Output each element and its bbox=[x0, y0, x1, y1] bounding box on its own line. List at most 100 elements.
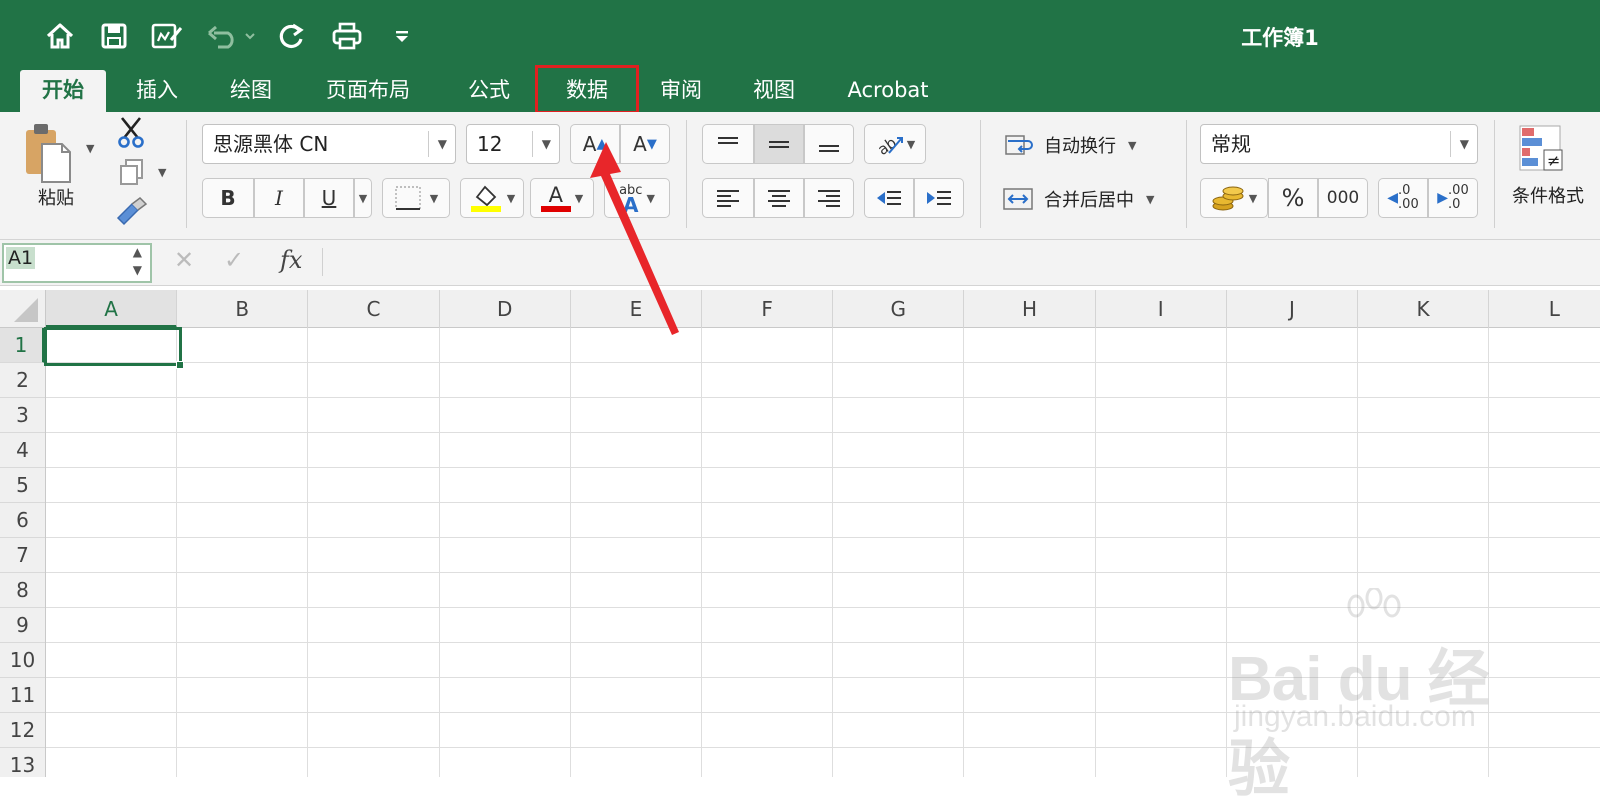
customize-icon[interactable] bbox=[392, 18, 412, 54]
column-header-l[interactable]: L bbox=[1489, 290, 1600, 328]
tab-insert[interactable]: 插入 bbox=[128, 70, 186, 112]
tab-view[interactable]: 视图 bbox=[745, 70, 803, 112]
print-icon[interactable] bbox=[330, 18, 364, 54]
column-header-e[interactable]: E bbox=[571, 290, 702, 328]
tab-page-layout[interactable]: 页面布局 bbox=[318, 70, 418, 112]
tab-formulas[interactable]: 公式 bbox=[460, 70, 518, 112]
number-format-value: 常规 bbox=[1211, 132, 1251, 156]
cut-icon[interactable] bbox=[116, 116, 146, 148]
align-middle-button[interactable] bbox=[754, 124, 804, 164]
ribbon: ▼ 粘贴 ▼ 思源黑体 CN ▼ 12 ▼ A ▲ A ▼ B I U ▼ ▼ ▼ … bbox=[0, 112, 1600, 240]
edit-document-icon[interactable] bbox=[150, 18, 184, 54]
align-center-icon bbox=[768, 190, 790, 207]
grid-line bbox=[46, 502, 1600, 503]
chevron-down-icon: ▼ bbox=[1459, 137, 1469, 151]
row-header-10[interactable]: 10 bbox=[0, 643, 45, 678]
row-header-5[interactable]: 5 bbox=[0, 468, 45, 503]
fill-color-button[interactable]: ▼ bbox=[460, 178, 524, 218]
align-top-button[interactable] bbox=[702, 124, 754, 164]
increase-decimal-button[interactable]: ▶ .00.0 bbox=[1428, 178, 1478, 218]
comma-style-button[interactable]: 000 bbox=[1318, 178, 1368, 218]
fill-handle[interactable] bbox=[176, 361, 184, 369]
row-header-6[interactable]: 6 bbox=[0, 503, 45, 538]
row-header-11[interactable]: 11 bbox=[0, 678, 45, 713]
tab-home[interactable]: 开始 bbox=[20, 70, 106, 112]
column-header-h[interactable]: H bbox=[964, 290, 1096, 328]
undo-icon[interactable] bbox=[206, 18, 256, 54]
orientation-button[interactable]: ab ▼ bbox=[864, 124, 926, 164]
row-header-9[interactable]: 9 bbox=[0, 608, 45, 643]
format-painter-icon[interactable] bbox=[114, 196, 148, 226]
column-header-g[interactable]: G bbox=[833, 290, 965, 328]
increase-font-size-button[interactable]: A ▲ bbox=[570, 124, 620, 164]
redo-icon[interactable] bbox=[276, 18, 308, 54]
ribbon-separator bbox=[186, 120, 187, 228]
watermark-url: jingyan.baidu.com bbox=[1234, 700, 1476, 733]
cancel-icon[interactable]: ✕ bbox=[174, 246, 194, 274]
copy-dropdown-caret[interactable]: ▼ bbox=[158, 166, 166, 179]
number-format-dropdown[interactable]: 常规 ▼ bbox=[1200, 124, 1478, 164]
paste-label[interactable]: 粘贴 bbox=[38, 184, 74, 210]
font-size-dropdown[interactable]: 12 ▼ bbox=[466, 124, 560, 164]
copy-icon[interactable] bbox=[118, 158, 146, 186]
decrease-indent-button[interactable] bbox=[864, 178, 914, 218]
decrease-decimal-top: .0 bbox=[1398, 183, 1411, 198]
row-header-7[interactable]: 7 bbox=[0, 538, 45, 573]
font-name-dropdown[interactable]: 思源黑体 CN ▼ bbox=[202, 124, 456, 164]
column-header-k[interactable]: K bbox=[1358, 290, 1490, 328]
column-header-i[interactable]: I bbox=[1096, 290, 1227, 328]
merge-center-icon bbox=[1003, 188, 1033, 210]
increase-indent-button[interactable] bbox=[914, 178, 964, 218]
save-icon[interactable] bbox=[100, 18, 128, 54]
column-header-f[interactable]: F bbox=[702, 290, 834, 328]
column-header-b[interactable]: B bbox=[177, 290, 309, 328]
bold-button[interactable]: B bbox=[202, 178, 254, 218]
wrap-text-button[interactable]: 自动换行 ▼ bbox=[1000, 128, 1180, 162]
decrease-font-size-button[interactable]: A ▼ bbox=[620, 124, 670, 164]
paste-dropdown-caret[interactable]: ▼ bbox=[86, 142, 94, 155]
font-color-button[interactable]: A ▼ bbox=[530, 178, 594, 218]
percent-style-button[interactable]: % bbox=[1268, 178, 1318, 218]
underline-dropdown[interactable]: ▼ bbox=[354, 178, 372, 218]
column-header-j[interactable]: J bbox=[1227, 290, 1358, 328]
decrease-decimal-button[interactable]: ◀ .0.00 bbox=[1378, 178, 1428, 218]
fill-bucket-icon bbox=[470, 185, 501, 212]
phonetic-guide-button[interactable]: abc A ▼ bbox=[604, 178, 670, 218]
align-center-button[interactable] bbox=[754, 178, 804, 218]
conditional-formatting-button[interactable]: ≠ 条件格式 bbox=[1512, 122, 1600, 232]
row-header-3[interactable]: 3 bbox=[0, 398, 45, 433]
column-header-d[interactable]: D bbox=[440, 290, 571, 328]
decrease-decimal-bottom: .00 bbox=[1398, 197, 1419, 212]
home-icon[interactable] bbox=[44, 18, 76, 54]
row-header-8[interactable]: 8 bbox=[0, 573, 45, 608]
align-bottom-button[interactable] bbox=[804, 124, 854, 164]
italic-button[interactable]: I bbox=[254, 178, 304, 218]
insert-function-button[interactable]: fx bbox=[280, 246, 302, 274]
dropdown-separator bbox=[428, 131, 429, 157]
row-header-12[interactable]: 12 bbox=[0, 713, 45, 748]
row-header-13[interactable]: 13 bbox=[0, 748, 45, 777]
row-header-4[interactable]: 4 bbox=[0, 433, 45, 468]
name-box[interactable]: A1 ▲ ▼ bbox=[2, 243, 152, 283]
align-right-button[interactable] bbox=[804, 178, 854, 218]
formula-input[interactable] bbox=[330, 244, 1590, 282]
paste-icon[interactable] bbox=[22, 122, 78, 184]
select-all-button[interactable] bbox=[0, 290, 46, 328]
active-cell-a1[interactable] bbox=[44, 327, 182, 366]
row-header-2[interactable]: 2 bbox=[0, 363, 45, 398]
borders-button[interactable]: ▼ bbox=[382, 178, 450, 218]
caret-up-icon[interactable]: ▲ bbox=[133, 245, 142, 259]
tab-review[interactable]: 审阅 bbox=[652, 70, 710, 112]
caret-down-icon[interactable]: ▼ bbox=[133, 263, 142, 277]
row-header-1[interactable]: 1 bbox=[0, 328, 45, 363]
column-header-a[interactable]: A bbox=[46, 290, 178, 328]
align-left-button[interactable] bbox=[702, 178, 754, 218]
merge-center-button[interactable]: 合并后居中 ▼ bbox=[1000, 182, 1190, 216]
underline-button[interactable]: U bbox=[304, 178, 354, 218]
column-header-c[interactable]: C bbox=[308, 290, 440, 328]
grid-line bbox=[46, 572, 1600, 573]
tab-acrobat[interactable]: Acrobat bbox=[838, 70, 938, 112]
enter-icon[interactable]: ✓ bbox=[224, 246, 244, 274]
tab-draw[interactable]: 绘图 bbox=[222, 70, 280, 112]
accounting-format-button[interactable]: ▼ bbox=[1200, 178, 1268, 218]
